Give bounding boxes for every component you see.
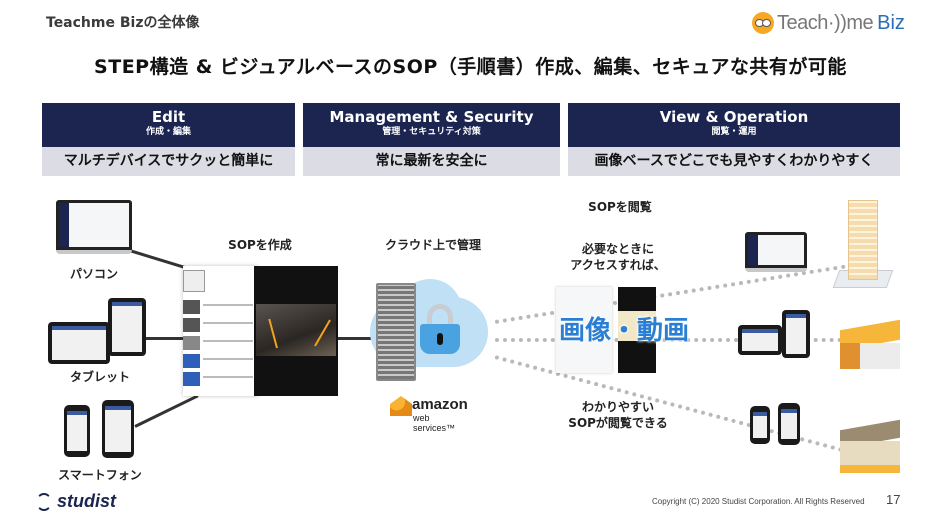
smartphone-icon [750,406,770,444]
padlock-icon [420,304,460,354]
connector-line [134,394,199,428]
teachme-biz-logo: Teach·))me Biz [752,10,905,36]
aws-name: amazon [412,396,468,413]
pillar-title: Edit [151,108,186,126]
brand-name-biz: Biz [877,11,905,34]
sop-editor-photo [254,266,338,396]
smartphone-icon [64,405,90,457]
pillar-view-operation: View & Operation 閲覧・運用 画像ベースでどこでも見やすくわかり… [568,103,900,176]
access-text-line1: 必要なときに [581,242,654,256]
store-icon [840,419,900,475]
pillar-subtitle: 閲覧・運用 [711,127,757,137]
device-label-tablet: タブレット [69,370,130,384]
smartphone-icon [778,403,800,445]
pillar-header: Edit 作成・編集 [42,103,295,147]
pillar-description: 常に最新を安全に [303,147,560,176]
slide-headline: STEP構造 & ビジュアルベースのSOP（手順書）作成、編集、セキュアな共有が… [94,56,847,78]
result-text-line2: SOPが閲覧できる [568,416,668,430]
aws-logo: amazon web services™ [390,394,470,433]
studist-logo: studist [36,491,116,512]
tablet-icon [48,322,110,364]
pillar-title: Management & Security [329,108,534,126]
section-label: Teachme Bizの全体像 [46,15,200,31]
device-label-pc: パソコン [69,267,118,281]
owl-mascot-icon [752,12,774,34]
view-device-laptop [745,232,807,272]
pillar-header: View & Operation 閲覧・運用 [568,103,900,147]
aws-cubes-icon [390,396,412,416]
pillar-subtitle: 作成・編集 [145,127,191,137]
sop-editor-list [183,266,258,396]
laptop-icon [745,232,807,268]
page-number: 17 [886,492,901,507]
server-rack-icon [376,283,416,381]
tablet-icon [738,325,782,355]
studist-wordmark: studist [57,491,117,511]
pillar-subtitle: 管理・セキュリティ対策 [382,127,481,137]
create-sop-label: SOPを作成 [228,238,292,252]
pillar-header: Management & Security 管理・セキュリティ対策 [303,103,560,147]
view-sop-label: SOPを閲覧 [588,200,652,214]
copyright-text: Copyright (C) 2020 Studist Corporation. … [652,497,865,506]
pillar-edit: Edit 作成・編集 マルチデバイスでサクッと簡単に [42,103,295,176]
device-laptop [56,200,132,254]
manage-label: クラウド上で管理 [384,238,481,252]
pillar-description: マルチデバイスでサクッと簡単に [42,147,295,176]
access-text-line2: アクセスすれば、 [570,258,666,272]
pillar-management-security: Management & Security 管理・セキュリティ対策 常に最新を安… [303,103,560,176]
laptop-icon [56,200,132,250]
aws-sub: web services™ [413,413,456,433]
studist-ring-icon [36,492,52,511]
office-building-icon [848,200,878,280]
brand-name-teachme: Teach·))me [777,11,874,34]
result-text-line1: わかりやすい [581,400,654,414]
pillar-description: 画像ベースでどこでも見やすくわかりやすく [568,147,900,176]
connector-line [146,337,186,340]
device-label-smartphone: スマートフォン [58,468,142,482]
media-label: 画像・動画 [558,316,689,346]
warehouse-icon [840,319,900,369]
tablet-icon [108,298,146,356]
pillar-title: View & Operation [659,108,809,126]
smartphone-icon [102,400,134,458]
tablet-icon [782,310,810,358]
